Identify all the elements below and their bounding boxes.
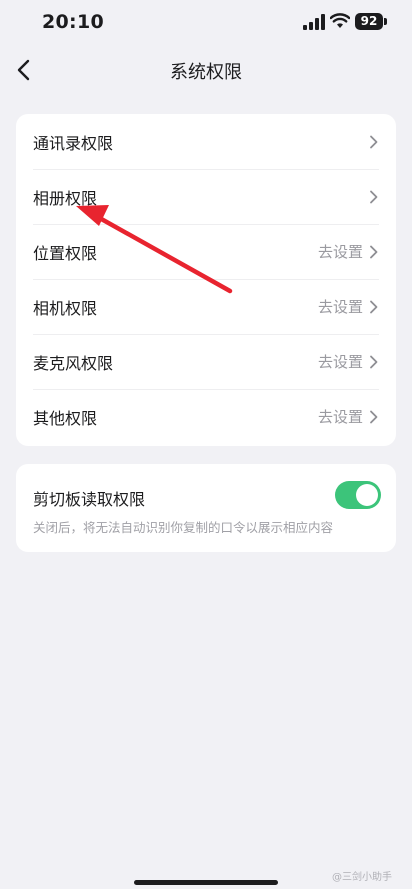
status-time: 20:10 <box>42 11 104 33</box>
permissions-card: 通讯录权限 相册权限 位置权限 去设置 相机权限 去设置 麦克风权限 去设置 其… <box>16 114 396 446</box>
clipboard-description: 关闭后，将无法自动识别你复制的口令以展示相应内容 <box>33 520 334 535</box>
clipboard-toggle[interactable] <box>335 481 381 509</box>
clipboard-permission-label: 剪切板读取权限 <box>33 490 146 509</box>
permission-label: 位置权限 <box>33 243 98 263</box>
permission-row-photos[interactable]: 相册权限 <box>16 169 396 224</box>
chevron-right-icon <box>370 355 378 368</box>
status-bar: 20:10 92 <box>0 0 412 44</box>
clipboard-card: 剪切板读取权限 关闭后，将无法自动识别你复制的口令以展示相应内容 <box>16 464 396 552</box>
chevron-right-icon <box>370 300 378 313</box>
battery-icon: 92 <box>355 13 383 30</box>
chevron-right-icon <box>370 410 378 423</box>
permission-label: 相机权限 <box>33 298 98 318</box>
toggle-knob <box>356 484 378 506</box>
chevron-right-icon <box>370 245 378 258</box>
cellular-signal-icon <box>303 14 325 30</box>
go-settings-text: 去设置 <box>317 408 363 426</box>
page-title: 系统权限 <box>170 62 242 83</box>
go-settings-text: 去设置 <box>317 243 363 261</box>
permission-row-contacts[interactable]: 通讯录权限 <box>16 114 396 169</box>
permission-label: 其他权限 <box>33 408 98 428</box>
permission-row-camera[interactable]: 相机权限 去设置 <box>16 279 396 334</box>
chevron-right-icon <box>370 135 378 148</box>
battery-tip <box>384 18 387 25</box>
permission-label: 相册权限 <box>33 188 98 208</box>
wifi-icon <box>330 13 350 28</box>
go-settings-text: 去设置 <box>317 353 363 371</box>
permission-row-microphone[interactable]: 麦克风权限 去设置 <box>16 334 396 389</box>
home-indicator[interactable] <box>134 880 278 885</box>
go-settings-text: 去设置 <box>317 298 363 316</box>
permission-label: 麦克风权限 <box>33 353 114 373</box>
watermark-text: @三剑小助手 <box>332 872 392 883</box>
permission-row-location[interactable]: 位置权限 去设置 <box>16 224 396 279</box>
permission-label: 通讯录权限 <box>33 133 114 153</box>
permission-row-other[interactable]: 其他权限 去设置 <box>16 389 396 444</box>
chevron-right-icon <box>370 190 378 203</box>
